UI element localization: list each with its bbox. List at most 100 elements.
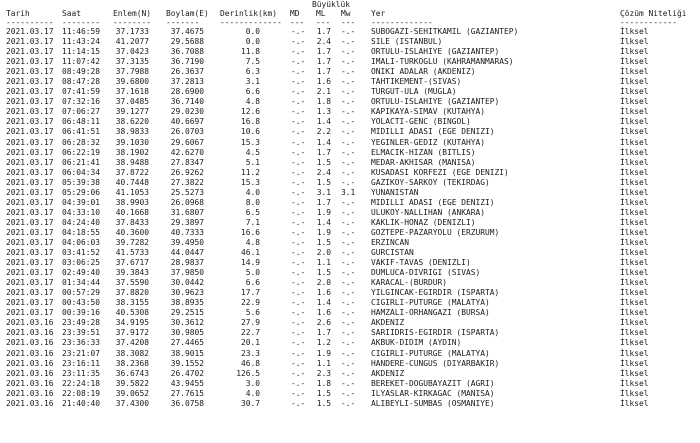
separator-depth: ------------- — [220, 18, 282, 27]
cell-md: -.- — [291, 258, 306, 268]
cell-mw: -.- — [341, 117, 356, 127]
cell-place: TAHTIKEMENT-(SIVAS) — [371, 77, 462, 87]
cell-time: 03:41:52 — [62, 248, 101, 258]
cell-latitude: 40.3600 — [115, 227, 149, 237]
cell-date: 2021.03.17 — [6, 177, 54, 187]
cell-quality: İlksel — [620, 378, 649, 388]
cell-quality: İlksel — [620, 278, 649, 288]
cell-mw: -.- — [341, 37, 356, 47]
separator-place: ------------- — [371, 18, 433, 27]
cell-depth: 6.6 — [245, 278, 260, 288]
cell-ml: 2.4 — [316, 37, 331, 47]
cell-mw: -.- — [341, 237, 356, 247]
cell-longitude: 29.5688 — [170, 37, 204, 47]
cell-latitude: 38.9488 — [115, 157, 149, 167]
cell-place: CIGIRLI-PUTURGE (MALATYA) — [371, 298, 490, 308]
cell-md: -.- — [291, 348, 306, 358]
cell-longitude: 36.7088 — [170, 47, 204, 57]
cell-date: 2021.03.17 — [6, 147, 54, 157]
cell-latitude: 38.3082 — [115, 348, 149, 358]
separator-ml: --- — [316, 18, 331, 27]
cell-quality: İlksel — [620, 157, 649, 167]
cell-place: SARIIDRIS-EGIRDIR (ISPARTA) — [371, 328, 500, 338]
cell-latitude: 41.2077 — [115, 37, 149, 47]
cell-mw: -.- — [341, 398, 356, 408]
cell-depth: 4.8 — [245, 237, 260, 247]
cell-md: -.- — [291, 227, 306, 237]
cell-longitude: 30.9623 — [170, 288, 204, 298]
cell-ml: 1.9 — [316, 348, 331, 358]
cell-md: -.- — [291, 308, 306, 318]
cell-date: 2021.03.17 — [6, 157, 54, 167]
cell-ml: 1.7 — [316, 147, 331, 157]
table-row: 2021.03.17 06:22:19 38.1902 42.6270 4.5 -.- 1.… — [0, 148, 700, 158]
cell-md: -.- — [291, 107, 306, 117]
table-row: 2021.03.17 08:47:28 39.6800 37.2813 3.1 -.- 1.… — [0, 77, 700, 87]
table-row: 2021.03.17 05:29:06 41.1053 25.5273 4.0 -.- 3.… — [0, 188, 700, 198]
cell-longitude: 37.2813 — [170, 77, 204, 87]
table-row: 2021.03.17 07:06:27 39.1277 29.0230 12.6 -.- 1… — [0, 107, 700, 117]
table-row: 2021.03.17 00:39:16 40.5308 29.2515 5.6 -.- 1.… — [0, 308, 700, 318]
cell-md: -.- — [291, 398, 306, 408]
cell-ml: 1.3 — [316, 107, 331, 117]
cell-place: KUSADASI KORFEZI (EGE DENIZI) — [371, 167, 509, 177]
cell-date: 2021.03.16 — [6, 358, 54, 368]
cell-latitude: 39.0652 — [115, 388, 149, 398]
cell-place: IMALI-TURKOGLU (KAHRAMANMARAS) — [371, 57, 514, 67]
cell-quality: İlksel — [620, 77, 649, 87]
cell-depth: 7.1 — [245, 217, 260, 227]
cell-longitude: 26.0968 — [170, 197, 204, 207]
cell-depth: 4.5 — [245, 147, 260, 157]
separator-latitude: -------- — [113, 18, 152, 27]
cell-place: SUBOGAZI-SEHITKAMIL (GAZIANTEP) — [371, 27, 519, 36]
cell-mw: -.- — [341, 167, 356, 177]
cell-latitude: 37.5590 — [115, 278, 149, 288]
cell-quality: İlksel — [620, 288, 649, 298]
cell-md: -.- — [291, 187, 306, 197]
header-longitude: Boylam(E) — [166, 9, 209, 18]
cell-longitude: 43.9455 — [170, 378, 204, 388]
cell-quality: İlksel — [620, 318, 649, 328]
cell-time: 06:22:19 — [62, 147, 101, 157]
header-group-row: Büyüklük — [0, 0, 700, 9]
cell-md: -.- — [291, 67, 306, 77]
separator-longitude: ------- — [166, 18, 200, 27]
table-row: 2021.03.17 07:41:59 37.1618 28.6900 6.6 -.- 2.… — [0, 87, 700, 97]
cell-date: 2021.03.16 — [6, 388, 54, 398]
cell-place: KARACAL-(BURDUR) — [371, 278, 448, 288]
table-row: 2021.03.17 06:21:41 38.9488 27.8347 5.1 -.- 1.… — [0, 158, 700, 168]
cell-time: 23:36:33 — [62, 338, 101, 348]
cell-time: 04:39:01 — [62, 197, 101, 207]
table-row: 2021.03.17 06:48:11 38.6220 40.6697 16.8 -.- 1… — [0, 117, 700, 127]
cell-longitude: 42.6270 — [170, 147, 204, 157]
cell-place: SILE (ISTANBUL) — [371, 37, 443, 47]
cell-ml: 2.4 — [316, 167, 331, 177]
cell-latitude: 41.1053 — [115, 187, 149, 197]
cell-md: -.- — [291, 278, 306, 288]
cell-latitude: 39.7282 — [115, 237, 149, 247]
cell-mw: -.- — [341, 338, 356, 348]
cell-date: 2021.03.17 — [6, 278, 54, 288]
cell-place: YOLACTI-GENC (BINGOL) — [371, 117, 471, 127]
cell-mw: -.- — [341, 278, 356, 288]
table-row: 2021.03.17 07:32:16 37.0485 36.7140 4.8 -.- 1.… — [0, 97, 700, 107]
cell-place: AKDENIZ — [371, 318, 405, 328]
cell-time: 06:04:34 — [62, 167, 101, 177]
cell-md: -.- — [291, 77, 306, 87]
cell-longitude: 26.0703 — [170, 127, 204, 137]
cell-depth: 15.3 — [240, 137, 260, 147]
separator-date: ---------- — [6, 18, 54, 27]
cell-depth: 15.3 — [240, 177, 260, 187]
cell-mw: -.- — [341, 368, 356, 378]
cell-date: 2021.03.16 — [6, 368, 54, 378]
cell-time: 11:07:42 — [62, 57, 101, 67]
cell-ml: 1.1 — [316, 258, 331, 268]
cell-place: MEDAR-AKHISAR (MANISA) — [371, 157, 476, 167]
cell-time: 23:21:07 — [62, 348, 101, 358]
cell-md: -.- — [291, 378, 306, 388]
cell-longitude: 37.4675 — [170, 27, 204, 36]
cell-date: 2021.03.17 — [6, 237, 54, 247]
header-date: Tarih — [6, 9, 30, 18]
cell-date: 2021.03.17 — [6, 87, 54, 97]
cell-date: 2021.03.17 — [6, 227, 54, 237]
